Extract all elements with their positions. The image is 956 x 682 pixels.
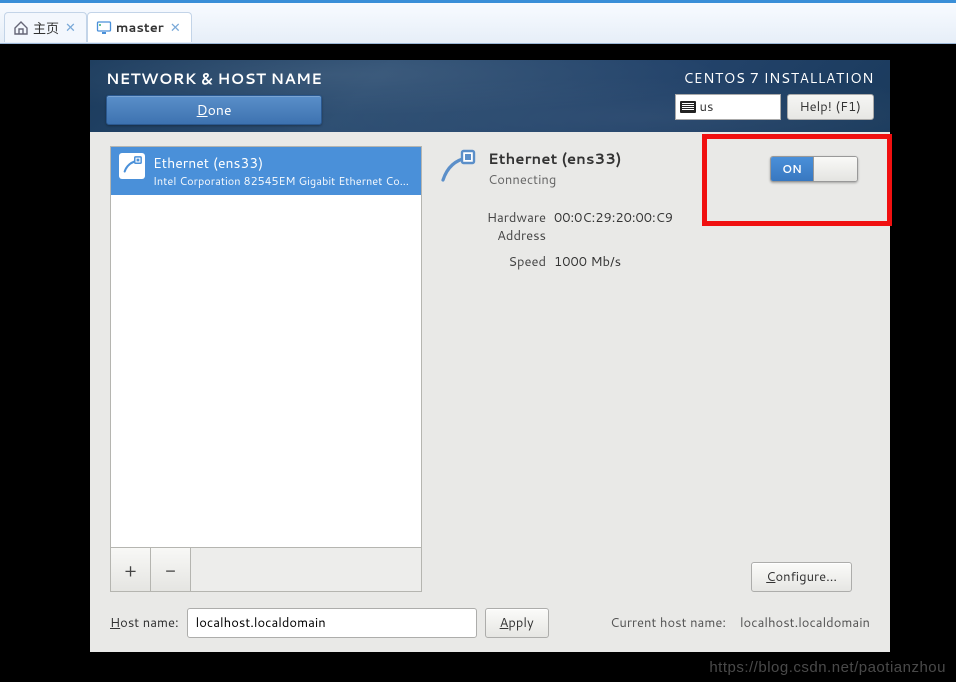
speed-label: Speed xyxy=(436,253,546,271)
body-area: Ethernet (ens33) Intel Corporation 82545… xyxy=(90,132,890,652)
tab-home[interactable]: 主页 ✕ xyxy=(4,12,87,42)
configure-button[interactable]: Configure...Configure... xyxy=(751,562,852,592)
installer-header: NETWORK & HOST NAME DDoneone CENTOS 7 IN… xyxy=(90,60,890,132)
installation-label: CENTOS 7 INSTALLATION xyxy=(683,68,874,88)
hw-address-value: 00:0C:29:20:00:C9 xyxy=(554,209,673,245)
close-icon[interactable]: ✕ xyxy=(168,19,183,37)
toggle-handle xyxy=(813,157,857,181)
list-item[interactable]: Ethernet (ens33) Intel Corporation 82545… xyxy=(111,147,421,195)
help-button[interactable]: Help! (F1) xyxy=(787,94,874,120)
vm-tab-bar: 主页 ✕ master ✕ xyxy=(0,0,956,44)
hostname-bar: Host name: ApplyApply Current host name:… xyxy=(110,608,870,638)
list-toolbar: + − xyxy=(110,548,422,592)
tab-label: master xyxy=(116,19,164,37)
close-icon[interactable]: ✕ xyxy=(63,19,78,37)
hw-address-label: Hardware Address xyxy=(436,209,546,245)
done-button[interactable]: DDoneone xyxy=(106,95,322,125)
installer-window: NETWORK & HOST NAME DDoneone CENTOS 7 IN… xyxy=(90,60,890,652)
watermark: https://blog.csdn.net/paotianzhou xyxy=(709,659,946,676)
apply-button[interactable]: ApplyApply xyxy=(485,608,549,638)
connection-details: ON Ethernet (ens33) Connecting Hardware … xyxy=(432,146,870,592)
keyboard-indicator[interactable]: us xyxy=(675,94,781,120)
toggle-on-label: ON xyxy=(771,157,813,181)
ethernet-icon xyxy=(436,148,478,188)
speed-value: 1000 Mb/s xyxy=(554,253,621,271)
current-hostname-value: localhost.localdomain xyxy=(740,614,870,632)
connection-toggle[interactable]: ON xyxy=(770,156,858,182)
ethernet-icon xyxy=(119,153,145,179)
interface-name: Ethernet (ens33) xyxy=(153,153,413,173)
home-icon xyxy=(13,20,29,36)
tab-label: 主页 xyxy=(33,18,59,38)
add-button[interactable]: + xyxy=(111,548,151,591)
monitor-icon xyxy=(96,20,112,36)
hostname-input[interactable] xyxy=(187,608,477,638)
keyboard-icon xyxy=(680,101,696,113)
current-hostname-label: Current host name: xyxy=(610,614,726,632)
remove-button[interactable]: − xyxy=(151,548,191,591)
page-title: NETWORK & HOST NAME xyxy=(106,68,322,89)
interface-list[interactable]: Ethernet (ens33) Intel Corporation 82545… xyxy=(110,146,422,548)
interface-device: Intel Corporation 82545EM Gigabit Ethern… xyxy=(153,173,413,189)
interface-panel: Ethernet (ens33) Intel Corporation 82545… xyxy=(110,146,422,592)
tab-master[interactable]: master ✕ xyxy=(87,12,192,42)
hostname-label: Host name: xyxy=(110,614,179,632)
keyboard-layout: us xyxy=(700,98,714,116)
